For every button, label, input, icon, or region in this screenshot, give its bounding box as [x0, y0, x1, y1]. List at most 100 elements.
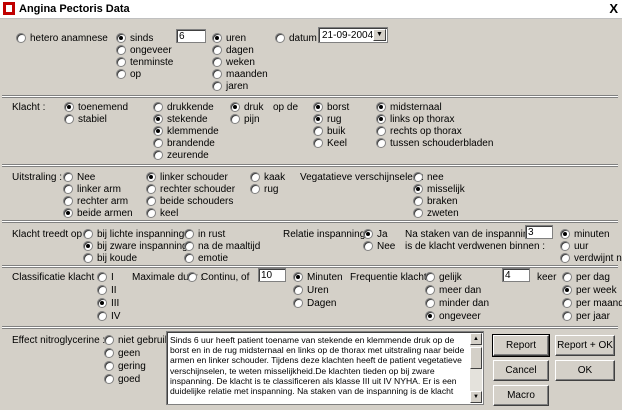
staken-input[interactable]: 3 [525, 225, 553, 239]
close-button[interactable]: X [609, 1, 618, 16]
radio-keel[interactable]: Keel [313, 138, 347, 149]
radio-verdwijnt-niet[interactable]: verdwijnt niet [560, 253, 622, 264]
radio-duur-uren[interactable]: Uren [293, 285, 329, 296]
radio-freq-ongeveer[interactable]: ongeveer [425, 311, 481, 322]
radio-jaren[interactable]: jaren [212, 81, 248, 92]
radio-label: I [111, 272, 114, 283]
radio-maanden[interactable]: maanden [212, 69, 268, 80]
radio-pijn[interactable]: pijn [230, 114, 260, 125]
radio-toenemend[interactable]: toenemend [64, 102, 128, 113]
report-button[interactable]: Report [492, 334, 550, 357]
radio-per-week[interactable]: per week [562, 285, 617, 296]
radio-zeurende[interactable]: zeurende [153, 150, 209, 161]
radio-sinds[interactable]: sinds [116, 33, 153, 44]
radio-rug[interactable]: rug [313, 114, 341, 125]
radio-hetero-anamnese[interactable]: hetero anamnese [16, 33, 108, 44]
radio-effect-gering[interactable]: gering [104, 361, 146, 372]
macro-button[interactable]: Macro [493, 385, 549, 406]
radio-bij-koude[interactable]: bij koude [83, 253, 137, 264]
radio-label: gelijk [439, 272, 462, 283]
radio-rechts-op-thorax[interactable]: rechts op thorax [376, 126, 462, 137]
frequentie-input[interactable]: 4 [502, 268, 530, 282]
radio-effect-goed[interactable]: goed [104, 374, 140, 385]
radio-midsternaal[interactable]: midsternaal [376, 102, 442, 113]
radio-brandende[interactable]: brandende [153, 138, 215, 149]
scroll-up-icon[interactable]: ▲ [470, 333, 482, 345]
duur-input[interactable]: 6 [176, 29, 206, 43]
radio-staken-minuten[interactable]: minuten [560, 229, 610, 240]
max-duur-input[interactable]: 10 [258, 268, 286, 282]
datum-picker[interactable]: 21-09-2004 ▼ [318, 27, 388, 43]
radio-duur-minuten[interactable]: Minuten [293, 272, 343, 283]
radio-effect-geen[interactable]: geen [104, 348, 140, 359]
radio-klasse-iii[interactable]: III [97, 298, 119, 309]
radio-linker-schouder[interactable]: linker schouder [146, 172, 228, 183]
radio-drukkende[interactable]: drukkende [153, 102, 214, 113]
radio-uitstraling-nee[interactable]: Nee [63, 172, 95, 183]
radio-niet-gebruikt[interactable]: niet gebruikt [104, 335, 172, 346]
radio-tenminste[interactable]: tenminste [116, 57, 173, 68]
radio-klasse-iv[interactable]: IV [97, 311, 120, 322]
radio-per-jaar[interactable]: per jaar [562, 311, 610, 322]
report-text[interactable]: Sinds 6 uur heeft patient toename van st… [170, 335, 472, 401]
radio-druk[interactable]: druk [230, 102, 263, 113]
radio-per-dag[interactable]: per dag [562, 272, 610, 283]
radio-label: minder dan [439, 298, 490, 309]
radio-continu[interactable]: Continu, of [187, 272, 249, 283]
radio-na-maaltijd[interactable]: na de maaltijd [184, 241, 260, 252]
radio-veg-nee[interactable]: nee [413, 172, 444, 183]
radio-meer-dan[interactable]: meer dan [425, 285, 481, 296]
radio-label: ongeveer [130, 45, 172, 56]
scroll-thumb[interactable] [470, 347, 482, 369]
report-memo[interactable]: Sinds 6 uur heeft patient toename van st… [166, 331, 484, 405]
radio-label: bij koude [97, 253, 138, 264]
radio-datum[interactable]: datum [275, 33, 317, 44]
radio-klasse-i[interactable]: I [97, 272, 114, 283]
app-icon [3, 2, 15, 15]
radio-ongeveer[interactable]: ongeveer [116, 45, 172, 56]
radio-rechter-schouder[interactable]: rechter schouder [146, 184, 235, 195]
vegetatieve-label: Vegatatieve verschijnselen : [300, 172, 424, 183]
radio-linker-arm[interactable]: linker arm [63, 184, 121, 195]
radio-op[interactable]: op [116, 69, 141, 80]
radio-braken[interactable]: braken [413, 196, 458, 207]
radio-staken-uur[interactable]: uur [560, 241, 588, 252]
radio-klemmende[interactable]: klemmende [153, 126, 219, 137]
radio-per-maand[interactable]: per maand [562, 298, 622, 309]
radio-borst[interactable]: borst [313, 102, 349, 113]
radio-dagen[interactable]: dagen [212, 45, 254, 56]
radio-rechter-arm[interactable]: rechter arm [63, 196, 128, 207]
radio-beide-schouders[interactable]: beide schouders [146, 196, 233, 207]
radio-links-op-thorax[interactable]: links op thorax [376, 114, 454, 125]
radio-stekende[interactable]: stekende [153, 114, 208, 125]
radio-kaak[interactable]: kaak [250, 172, 285, 183]
radio-beide-armen[interactable]: beide armen [63, 208, 133, 219]
radio-uitstraling-rug[interactable]: rug [250, 184, 278, 195]
ok-button[interactable]: OK [555, 360, 615, 381]
radio-buik[interactable]: buik [313, 126, 345, 137]
radio-label: rechter schouder [160, 184, 236, 195]
cancel-button[interactable]: Cancel [493, 360, 549, 381]
chevron-down-icon[interactable]: ▼ [373, 29, 386, 41]
scroll-down-icon[interactable]: ▼ [470, 391, 482, 403]
radio-klasse-ii[interactable]: II [97, 285, 117, 296]
memo-scrollbar[interactable]: ▲ ▼ [470, 333, 482, 403]
radio-zweten[interactable]: zweten [413, 208, 459, 219]
radio-lichte-inspanning[interactable]: bij lichte inspanning [83, 229, 184, 240]
radio-emotie[interactable]: emotie [184, 253, 228, 264]
radio-label: maanden [226, 69, 268, 80]
radio-weken[interactable]: weken [212, 57, 255, 68]
radio-uitstraling-keel[interactable]: keel [146, 208, 178, 219]
radio-zware-inspanning[interactable]: bij zware inspanning [83, 241, 188, 252]
radio-relatie-ja[interactable]: Ja [363, 229, 388, 240]
radio-gelijk[interactable]: gelijk [425, 272, 462, 283]
radio-misselijk[interactable]: misselijk [413, 184, 465, 195]
radio-relatie-nee[interactable]: Nee [363, 241, 395, 252]
radio-minder-dan[interactable]: minder dan [425, 298, 489, 309]
radio-in-rust[interactable]: in rust [184, 229, 225, 240]
radio-duur-dagen[interactable]: Dagen [293, 298, 336, 309]
radio-stabiel[interactable]: stabiel [64, 114, 107, 125]
report-ok-button[interactable]: Report + OK [555, 335, 615, 356]
radio-uren[interactable]: uren [212, 33, 246, 44]
radio-tussen-schouderbladen[interactable]: tussen schouderbladen [376, 138, 493, 149]
